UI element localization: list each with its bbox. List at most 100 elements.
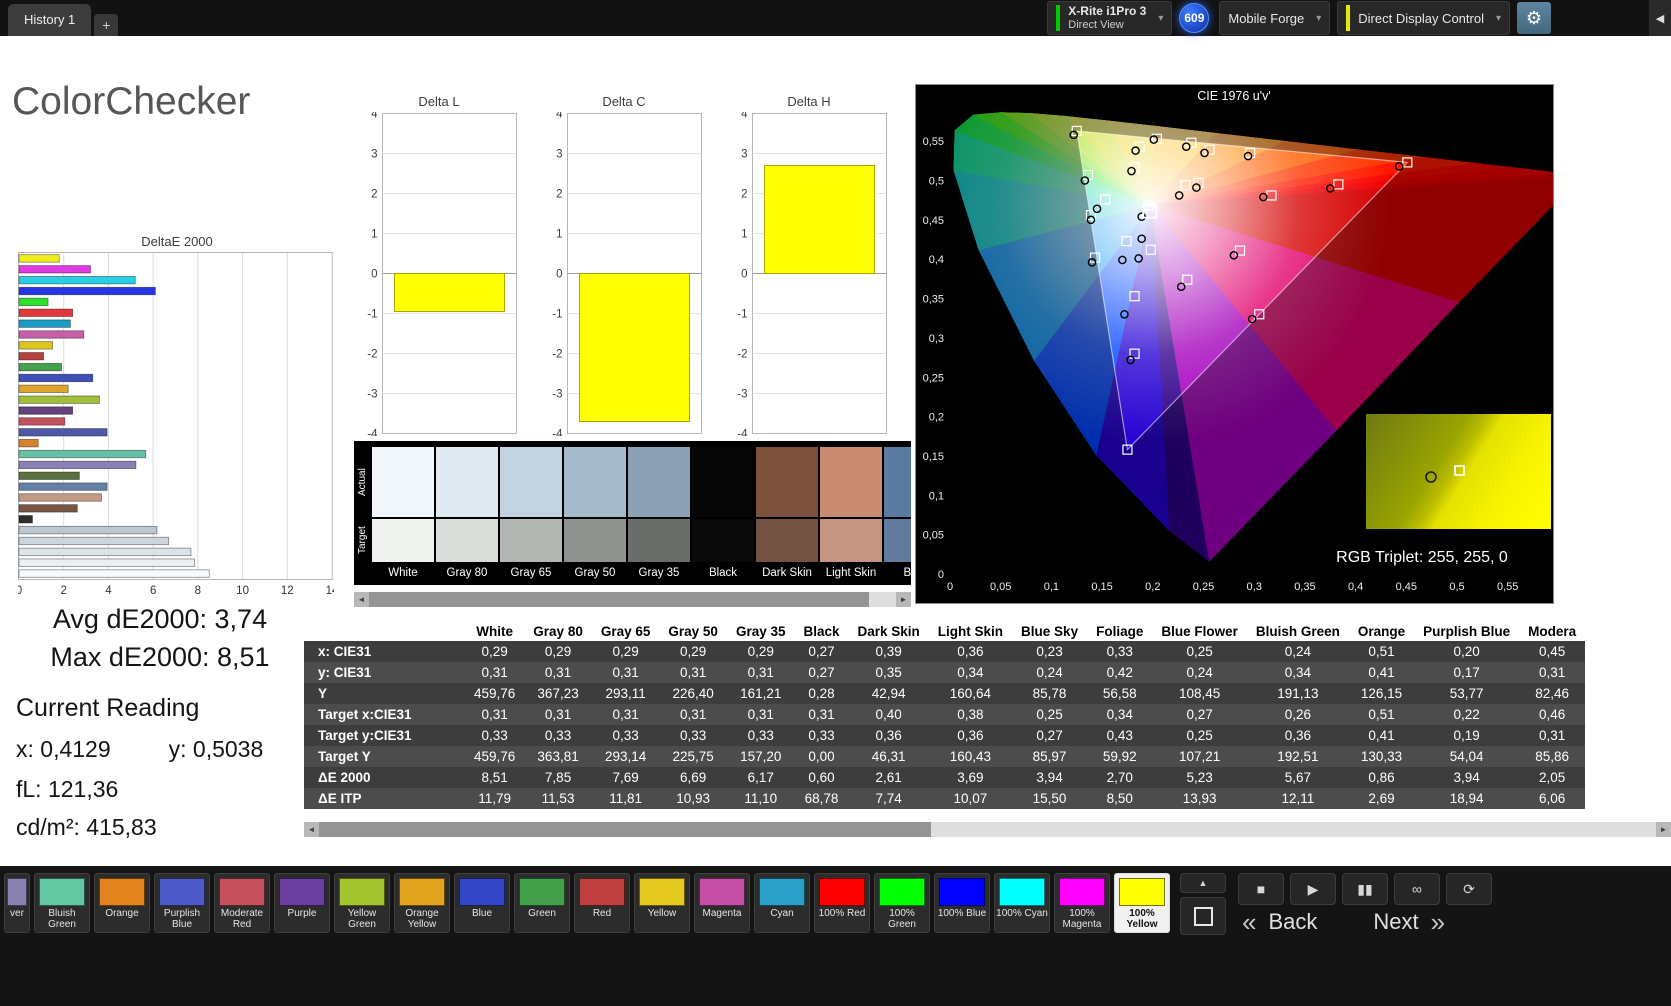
swatch-target	[436, 519, 498, 562]
patch-button-purple[interactable]: Purple	[274, 873, 330, 933]
svg-text:0,25: 0,25	[923, 372, 944, 384]
svg-text:-4: -4	[737, 429, 748, 437]
patch-label: Magenta	[702, 908, 742, 919]
table-cell: 3,69	[928, 767, 1013, 788]
patch-swatch	[219, 878, 265, 906]
row-label: Target Y	[304, 746, 465, 767]
deltae-bar-Orange Yellow	[18, 384, 69, 393]
table-cell: 0,28	[794, 683, 849, 704]
scrollbar-thumb[interactable]	[369, 592, 869, 607]
swatch-strip-scrollbar[interactable]: ◄ ►	[354, 592, 911, 607]
pause-button[interactable]: ▮▮	[1342, 873, 1388, 905]
table-cell: 0,45	[1519, 641, 1586, 662]
swatch-label: Black	[708, 567, 738, 579]
svg-text:4: 4	[371, 112, 378, 121]
patch-button-orange-yellow[interactable]: Orange Yellow	[394, 873, 450, 933]
current-reading-block: Current Reading x: 0,4129 y: 0,5038 fL: …	[16, 694, 263, 852]
patch-button-100-red[interactable]: 100% Red	[814, 873, 870, 933]
collapse-panel-button[interactable]: ◀	[1649, 0, 1671, 36]
table-cell: 0,29	[524, 641, 592, 662]
svg-text:2: 2	[556, 189, 562, 201]
table-scrollbar[interactable]: ◄ ►	[304, 822, 1671, 837]
scroll-left-icon[interactable]: ◄	[304, 822, 319, 837]
expand-panel-button[interactable]: ▲	[1180, 873, 1226, 893]
stop-button[interactable]: ■	[1238, 873, 1284, 905]
svg-text:0,5: 0,5	[929, 176, 944, 188]
patch-button-ver[interactable]: ver	[4, 873, 30, 933]
patch-button-magenta[interactable]: Magenta	[694, 873, 750, 933]
settings-button[interactable]: ⚙	[1517, 2, 1551, 34]
patch-button-moderate-red[interactable]: Moderate Red	[214, 873, 270, 933]
patch-button-100-yellow[interactable]: 100% Yellow	[1114, 873, 1170, 933]
table-cell: 0,24	[1152, 662, 1247, 683]
patch-button-blue[interactable]: Blue	[454, 873, 510, 933]
patch-button-100-cyan[interactable]: 100% Cyan	[994, 873, 1050, 933]
patch-label: Orange Yellow	[405, 908, 439, 930]
deltae-bar-Bluish Green	[18, 449, 147, 459]
scroll-right-icon[interactable]: ►	[1656, 822, 1671, 837]
svg-text:2: 2	[741, 189, 747, 201]
table-cell: 0,33	[726, 725, 795, 746]
workflow-dropdown[interactable]: Direct Display Control ▾	[1337, 1, 1510, 35]
svg-text:3: 3	[556, 149, 562, 161]
patch-button-cyan[interactable]: Cyan	[754, 873, 810, 933]
patch-button-100-blue[interactable]: 100% Blue	[934, 873, 990, 933]
scrollbar-track[interactable]	[319, 822, 1656, 837]
actual-row-label: Actual	[357, 468, 368, 496]
back-button[interactable]: Back	[1268, 909, 1317, 935]
table-cell: 0,26	[1246, 704, 1349, 725]
meter-dropdown[interactable]: X-Rite i1Pro 3 Direct View ▾	[1047, 1, 1173, 35]
table-cell: 0,35	[848, 662, 929, 683]
table-header: Blue Flower	[1161, 624, 1238, 639]
patch-swatch	[399, 878, 445, 906]
table-cell: 0,51	[1348, 704, 1415, 725]
swatch-target	[564, 519, 626, 562]
svg-text:0,5: 0,5	[1449, 581, 1464, 593]
patch-button-100-magenta[interactable]: 100% Magenta	[1054, 873, 1110, 933]
next-chevrons-icon[interactable]: »	[1431, 909, 1445, 935]
colorchecker-table: White Gray 80 Gray 65 Gray 50 Gray 35 Black Da…	[304, 622, 1586, 809]
patch-button-red[interactable]: Red	[574, 873, 630, 933]
patch-button-purplish-blue[interactable]: Purplish Blue	[154, 873, 210, 933]
patch-button-100-green[interactable]: 100% Green	[874, 873, 930, 933]
patch-button-green[interactable]: Green	[514, 873, 570, 933]
tab-history-1[interactable]: History 1	[8, 4, 92, 36]
source-dropdown[interactable]: Mobile Forge ▾	[1219, 1, 1331, 35]
deltae2000-chart: DeltaE 2000 0 2 4 6 8 10 12 14	[16, 234, 339, 605]
patch-button-yellow[interactable]: Yellow	[634, 873, 690, 933]
meter-status-accent	[1056, 5, 1061, 31]
patch-button-bluish-green[interactable]: Bluish Green	[34, 873, 90, 933]
add-tab-button[interactable]: +	[94, 14, 119, 36]
table-header: Gray 35	[735, 624, 786, 639]
scroll-right-icon[interactable]: ►	[896, 592, 911, 607]
infinity-button[interactable]: ∞	[1394, 873, 1440, 905]
scrollbar-track[interactable]	[369, 592, 896, 607]
scrollbar-thumb[interactable]	[319, 822, 931, 837]
play-button[interactable]: ▶	[1290, 873, 1336, 905]
loop-button[interactable]: ⟳	[1446, 873, 1492, 905]
max-de2000: Max dE2000: 8,51	[50, 642, 270, 673]
table-cell: 3,94	[1414, 767, 1520, 788]
next-button[interactable]: Next	[1373, 909, 1418, 935]
swatch-blue: Blue	[884, 447, 911, 585]
patch-button-orange[interactable]: Orange	[94, 873, 150, 933]
patch-label: 100% Cyan	[996, 908, 1048, 919]
rgb-triplet-label: RGB Triplet: 255, 255, 0	[1336, 549, 1508, 566]
table-cell: 0,31	[659, 704, 727, 725]
table-row: ΔE ITP 11,79 11,53 11,81 10,93 11,10 68,78 7,74…	[304, 788, 1586, 809]
table-row: Target Y 459,76 363,81 293,14 225,75 157,20 0,…	[304, 746, 1586, 767]
table-cell: 10,93	[659, 788, 727, 809]
table-cell: 5,67	[1246, 767, 1349, 788]
meter-count-badge[interactable]: 609	[1179, 3, 1210, 33]
table-cell: 0,29	[659, 641, 727, 662]
patch-label: 100% Green	[888, 908, 916, 930]
back-chevrons-icon[interactable]: «	[1242, 909, 1256, 935]
deltae2000-chart-title: DeltaE 2000	[141, 234, 213, 249]
scroll-left-icon[interactable]: ◄	[354, 592, 369, 607]
patch-button-yellow-green[interactable]: Yellow Green	[334, 873, 390, 933]
table-header: Foliage	[1096, 624, 1144, 639]
table-cell: 0,31	[465, 704, 525, 725]
swatch-actual	[820, 447, 882, 517]
svg-text:0: 0	[741, 269, 747, 281]
pattern-window-button[interactable]	[1180, 897, 1226, 935]
